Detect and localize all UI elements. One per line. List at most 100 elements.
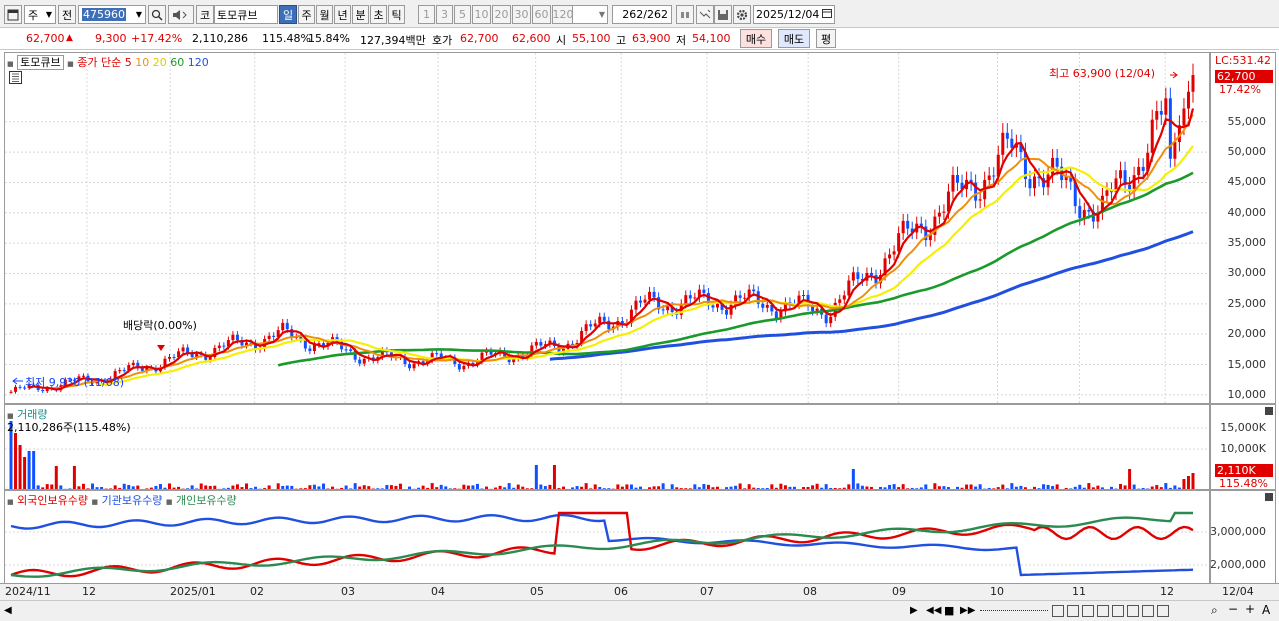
price-chart-panel[interactable]: ■ 토모큐브 ■ 종가 단순 5 10 20 60 120 최고 63,900 … <box>4 52 1210 404</box>
volume-bar <box>1010 483 1014 489</box>
x-axis-label: 12 <box>1160 585 1174 598</box>
candle-body <box>956 174 960 183</box>
volume-bar <box>353 483 357 489</box>
bid-label: 호가 <box>432 34 453 47</box>
candle-body <box>122 370 126 372</box>
x-axis-label: 02 <box>250 585 264 598</box>
candle-body <box>1051 157 1055 175</box>
layout-icons[interactable] <box>1052 605 1169 617</box>
price-y-axis[interactable]: LC:531.42 62,700 17.42% 55,000 50,000 45,0… <box>1210 52 1276 404</box>
holdings-chart-panel[interactable]: ■ 외국인보유수량 ■ 기관보유수량 ■ 개인보유수량 <box>4 490 1210 584</box>
speaker-icon[interactable] <box>168 5 194 24</box>
candle-body <box>1001 132 1005 155</box>
code-input[interactable]: 475960 ▼ <box>78 5 146 24</box>
count-field[interactable]: 262/262 <box>612 5 672 24</box>
candle-body <box>272 335 276 337</box>
candle-body <box>412 363 416 369</box>
grid-toggle-icon[interactable] <box>9 71 22 84</box>
candle-body <box>869 272 873 276</box>
scroll-right-icon[interactable]: ▶ <box>910 605 918 616</box>
legend-close-ma: 종가 단순 <box>77 56 122 69</box>
candle-body <box>811 306 815 312</box>
legend-institution: 기관보유수량 <box>101 494 163 507</box>
volume-bar <box>18 445 22 489</box>
interval-button-120[interactable]: 120 <box>552 5 574 24</box>
volume-y-axis[interactable]: 15,000K 10,000K 2,110K 115.48% <box>1210 404 1276 490</box>
period-button-3[interactable]: 년 <box>334 5 351 24</box>
stock-name-field[interactable]: 토모큐브 <box>214 5 278 24</box>
bid-price-2: 62,600 <box>512 32 551 45</box>
buy-button[interactable]: 매수 <box>740 29 772 48</box>
candle-body <box>602 316 606 321</box>
fast-forward-icon[interactable]: ▶▶ <box>960 605 975 616</box>
interval-button-10[interactable]: 10 <box>472 5 491 24</box>
market-label[interactable]: 코 <box>196 5 214 24</box>
eval-button[interactable]: 평 <box>816 29 836 48</box>
date-input[interactable]: 2025/12/04 <box>753 5 835 24</box>
period-button-0[interactable]: 일 <box>279 5 297 24</box>
volume-bar <box>1186 476 1190 489</box>
candle-body <box>1150 119 1154 153</box>
period-button-1[interactable]: 주 <box>298 5 315 24</box>
gear-icon[interactable] <box>733 5 751 24</box>
zoom-slider[interactable] <box>980 610 1048 612</box>
quote-bar: 62,700 ▲ 9,300 +17.42% 2,110,286 115.48%… <box>0 28 1279 50</box>
period-button-5[interactable]: 초 <box>370 5 387 24</box>
x-axis-label: 03 <box>341 585 355 598</box>
scroll-left-icon[interactable]: ◀ <box>4 605 12 616</box>
volume-bar <box>27 451 31 489</box>
prev-button[interactable]: 전 <box>58 5 76 24</box>
period-type-select[interactable]: 주 ▼ <box>24 5 56 24</box>
interval-input[interactable]: ▼ <box>572 5 608 24</box>
candle-body <box>743 297 747 299</box>
panel-close-icon[interactable] <box>1265 493 1273 501</box>
candle-body <box>267 335 271 339</box>
save-icon[interactable] <box>714 5 732 24</box>
candle-body <box>1010 138 1014 148</box>
panel-close-icon[interactable] <box>1265 407 1273 415</box>
zoom-fit-icon[interactable] <box>676 5 694 24</box>
search-icon[interactable] <box>148 5 166 24</box>
interval-button-3[interactable]: 3 <box>436 5 453 24</box>
layout-6-icon <box>1127 605 1139 617</box>
stop-icon[interactable]: ■ <box>944 604 954 617</box>
candle-body <box>1141 166 1145 171</box>
period-button-4[interactable]: 분 <box>352 5 369 24</box>
sell-button[interactable]: 매도 <box>778 29 810 48</box>
window-icon[interactable] <box>4 5 22 24</box>
count-total: /262 <box>643 8 668 21</box>
period-button-6[interactable]: 틱 <box>388 5 405 24</box>
x-axis-label: 09 <box>892 585 906 598</box>
candle-body <box>661 309 665 311</box>
candle-body <box>842 295 846 300</box>
candle-body <box>362 358 366 364</box>
font-size-icon[interactable]: A <box>1262 603 1270 617</box>
hold-tick-2m: 2,000,000 <box>1210 558 1266 571</box>
interval-button-30[interactable]: 30 <box>512 5 531 24</box>
rewind-icon[interactable]: ◀◀ <box>926 605 941 616</box>
crosshair-icon[interactable] <box>696 5 714 24</box>
zoom-icon[interactable]: ⌕ <box>1211 603 1218 618</box>
x-axis-label: 08 <box>803 585 817 598</box>
candle-body <box>1105 190 1109 196</box>
calendar-icon <box>822 8 832 21</box>
volume-chart-panel[interactable]: ■ 거래량 2,110,286주(115.48%) <box>4 404 1210 490</box>
interval-button-5[interactable]: 5 <box>454 5 471 24</box>
plus-icon[interactable]: + <box>1245 602 1255 616</box>
candle-body <box>824 314 828 324</box>
legend-ma60: 60 <box>170 56 185 69</box>
interval-button-20[interactable]: 20 <box>492 5 511 24</box>
low-label: 저 <box>676 34 687 47</box>
x-axis-label: 2024/11 <box>5 585 51 598</box>
period-button-2[interactable]: 월 <box>316 5 333 24</box>
interval-button-60[interactable]: 60 <box>532 5 551 24</box>
candle-body <box>231 334 235 341</box>
interval-button-1[interactable]: 1 <box>418 5 435 24</box>
minus-icon[interactable]: − <box>1228 602 1238 616</box>
high-label: 고 <box>616 34 627 47</box>
legend-stock-name[interactable]: 토모큐브 <box>17 55 64 70</box>
legend-ma20: 20 <box>152 56 167 69</box>
candle-body <box>539 342 543 346</box>
holdings-y-axis[interactable]: 3,000,000 2,000,000 <box>1210 490 1276 584</box>
candle-body <box>684 295 688 304</box>
